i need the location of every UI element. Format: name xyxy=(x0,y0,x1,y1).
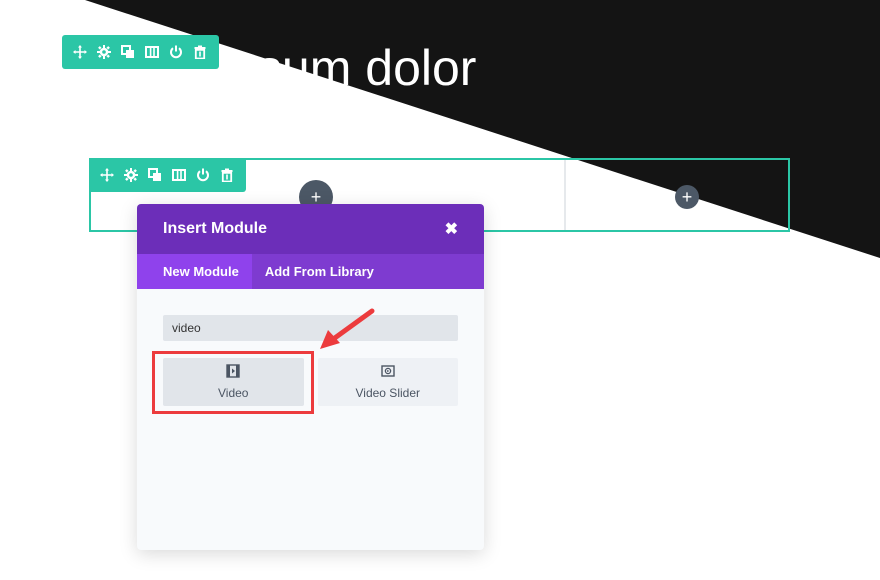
duplicate-icon[interactable] xyxy=(143,158,167,192)
highlight-box xyxy=(152,351,314,414)
tab-new-module[interactable]: New Module xyxy=(137,254,252,289)
close-icon[interactable]: ✖ xyxy=(445,219,458,239)
column-divider xyxy=(564,160,566,230)
columns-icon[interactable] xyxy=(140,35,164,69)
annotation-arrow xyxy=(320,308,375,349)
video-slider-icon xyxy=(381,365,395,377)
module-video-slider[interactable]: Video Slider xyxy=(317,358,458,406)
modal-tabs: New Module Add From Library xyxy=(137,254,484,289)
module-label: Video Slider xyxy=(355,386,421,400)
move-icon[interactable] xyxy=(95,158,119,192)
trash-icon[interactable] xyxy=(215,158,239,192)
settings-icon[interactable] xyxy=(92,35,116,69)
duplicate-icon[interactable] xyxy=(116,35,140,69)
move-icon[interactable] xyxy=(68,35,92,69)
module-search-input[interactable] xyxy=(163,315,458,341)
hero-heading: ipsum dolor xyxy=(218,40,477,96)
add-module-button-column-2[interactable]: + xyxy=(675,185,699,209)
row-toolbar xyxy=(89,158,246,192)
columns-icon[interactable] xyxy=(167,158,191,192)
modal-header: Insert Module ✖ xyxy=(137,204,484,254)
plus-icon: + xyxy=(681,187,693,207)
power-icon[interactable] xyxy=(191,158,215,192)
modal-title: Insert Module xyxy=(163,220,268,237)
power-icon[interactable] xyxy=(164,35,188,69)
trash-icon[interactable] xyxy=(188,35,212,69)
tab-add-from-library[interactable]: Add From Library xyxy=(252,254,387,289)
section-toolbar xyxy=(62,35,219,69)
settings-icon[interactable] xyxy=(119,158,143,192)
